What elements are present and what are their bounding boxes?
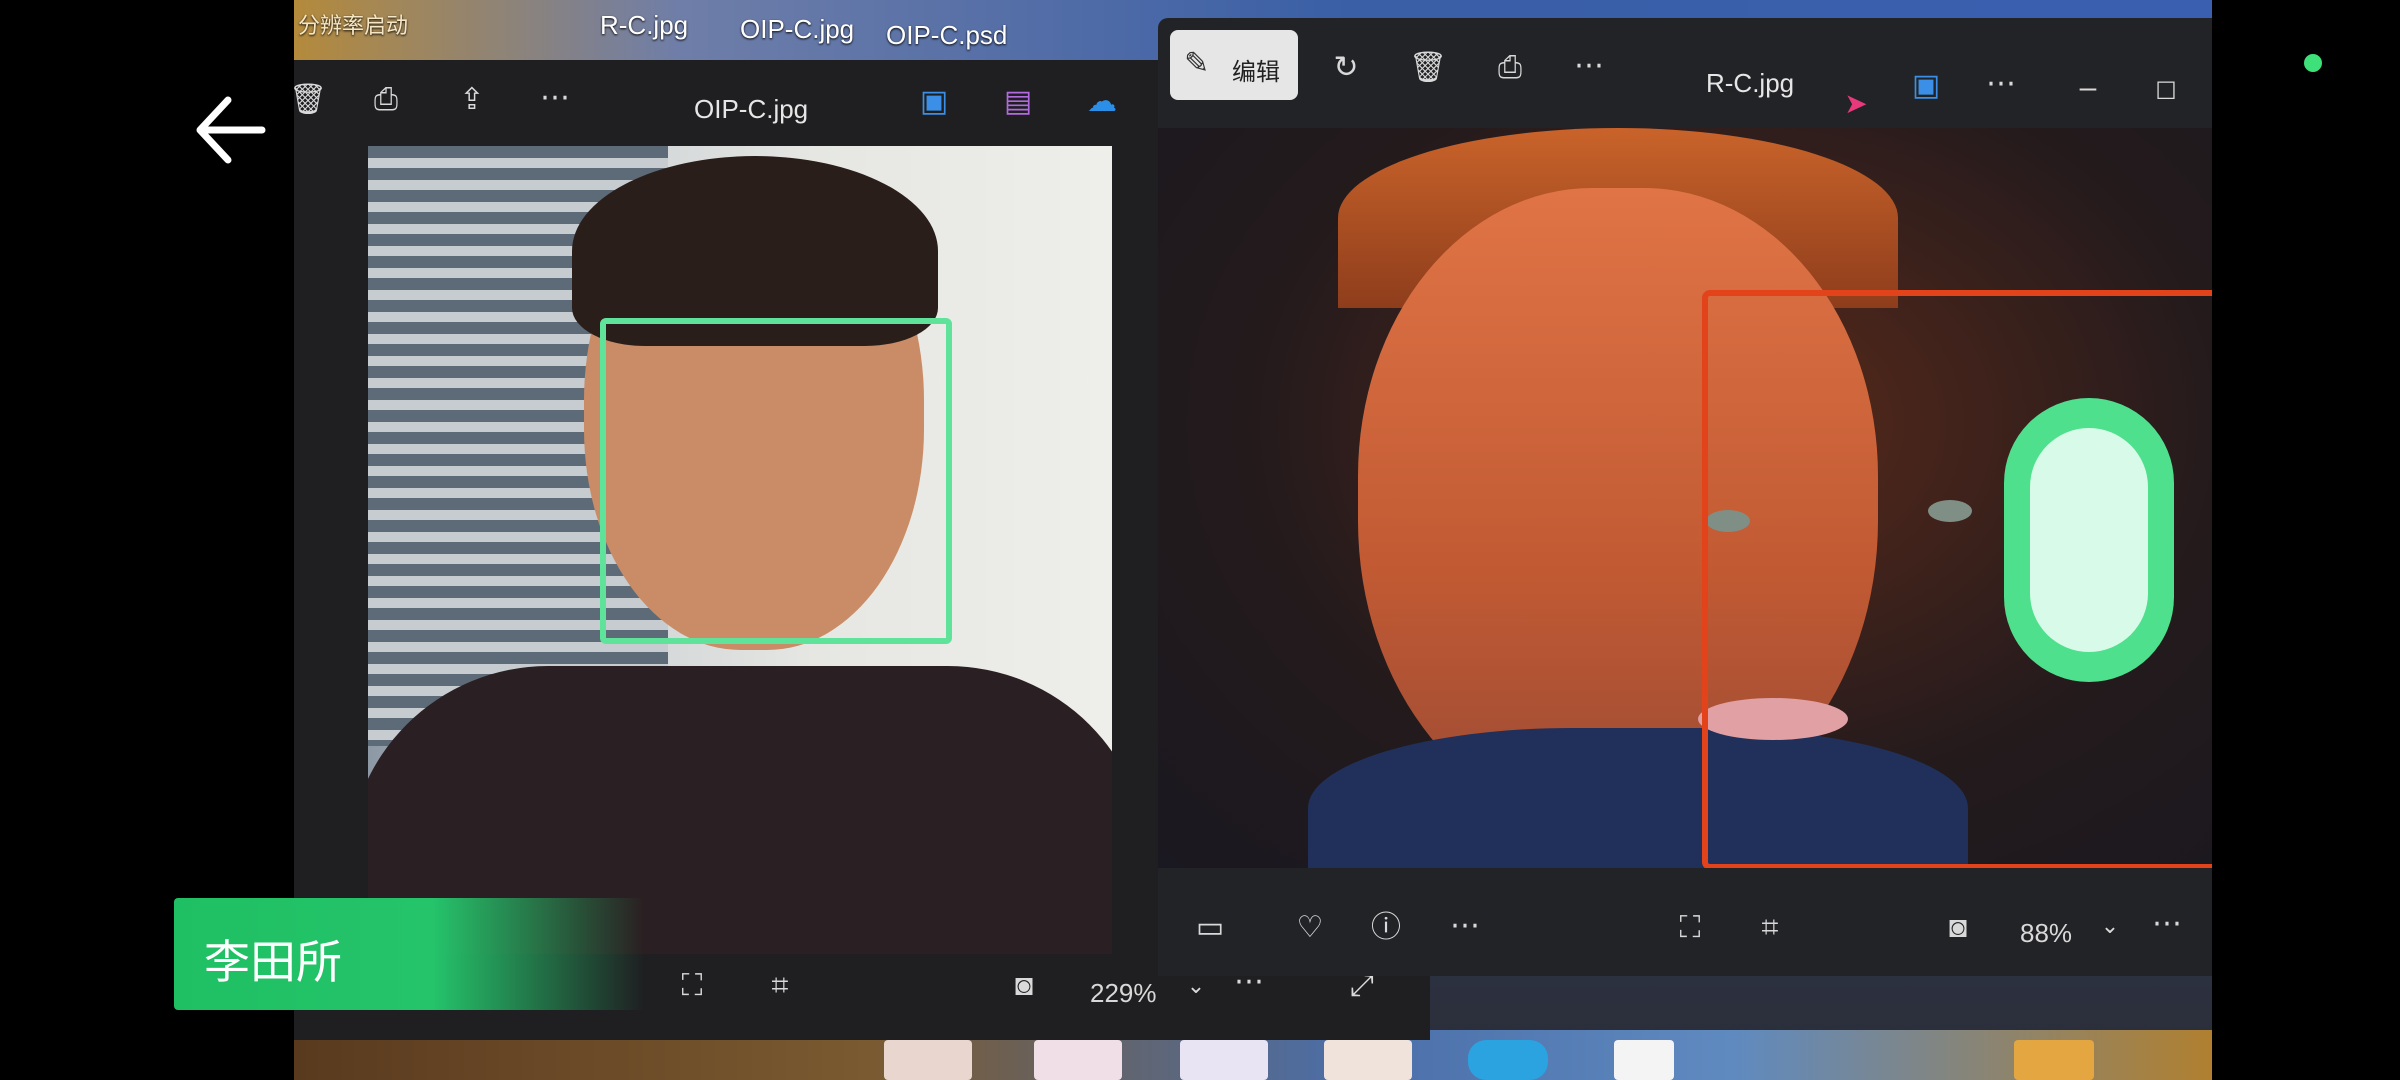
edit-button[interactable]: ✎ 编辑 [1170, 30, 1298, 100]
window-title: OIP-C.jpg [694, 94, 809, 124]
mouse-cursor-icon: ➤ [1844, 88, 1868, 119]
more-icon[interactable]: ⋯ [2146, 904, 2190, 944]
desktop-label: 分辨率启动 [298, 13, 409, 38]
scan-text-icon[interactable]: ⌗ [758, 966, 802, 1006]
fit-screen-icon[interactable]: ⛶ [670, 966, 714, 1006]
side-drag-handle[interactable] [2004, 398, 2174, 682]
filmstrip-icon[interactable]: ▭ [1188, 908, 1232, 948]
trash-icon[interactable]: 🗑 [1406, 48, 1450, 88]
person-name-badge: 李田所 [174, 898, 644, 1010]
folder-icon[interactable] [2014, 1040, 2094, 1080]
window-title: R-C.jpg [1706, 68, 1795, 98]
screenshot-icon[interactable]: ◙ [1002, 966, 1046, 1006]
more-icon[interactable]: ⋯ [534, 78, 578, 118]
scan-text-icon[interactable]: ⌗ [1748, 908, 1792, 948]
desktop-thumbnail[interactable] [1180, 1040, 1268, 1080]
heart-icon[interactable]: ♡ [1288, 908, 1332, 948]
back-arrow-icon[interactable] [190, 90, 270, 170]
status-indicator-dot [2304, 54, 2322, 72]
face-detection-box [600, 318, 952, 644]
print-icon[interactable]: ⎙ [364, 80, 408, 120]
photos-app-icon[interactable]: ▣ [1904, 66, 1948, 106]
minimize-icon[interactable]: – [2066, 68, 2110, 108]
chevron-down-icon[interactable]: ⌄ [2088, 906, 2132, 946]
trash-icon[interactable]: 🗑 [294, 80, 330, 120]
onedrive-icon[interactable]: ☁ [1080, 82, 1124, 122]
print-icon[interactable]: ⎙ [1488, 48, 1532, 88]
desktop-file-oipc-jpg[interactable]: OIP-C.jpg [740, 14, 854, 45]
app-icon[interactable] [1468, 1040, 1548, 1080]
more-icon[interactable]: ⋯ [1568, 46, 1612, 86]
fit-screen-icon[interactable]: ⛶ [1668, 908, 1712, 948]
share-icon[interactable]: ⇪ [450, 80, 494, 120]
desktop-thumbnail[interactable] [1324, 1040, 1412, 1080]
rotate-icon[interactable]: ↻ [1324, 48, 1368, 88]
more-icon[interactable]: ⋯ [1980, 64, 2024, 104]
desktop-thumbnail[interactable] [884, 1040, 972, 1080]
desktop-thumbnail[interactable] [1034, 1040, 1122, 1080]
zoom-level[interactable]: 88% [2020, 918, 2072, 949]
person-name: 李田所 [204, 935, 342, 989]
edit-icon: ✎ [1184, 47, 1210, 80]
clipchamp-icon[interactable]: ▤ [996, 82, 1040, 122]
side-drag-handle-knob[interactable] [2030, 428, 2148, 652]
info-icon[interactable]: ⓘ [1364, 908, 1408, 948]
screenshot-icon[interactable]: ◙ [1936, 908, 1980, 948]
photos-app-icon[interactable]: ▣ [912, 82, 956, 122]
edit-label: 编辑 [1232, 59, 1280, 86]
more-icon[interactable]: ⋯ [1444, 906, 1488, 946]
photo-left [368, 146, 1112, 954]
document-icon[interactable] [1614, 1040, 1674, 1080]
desktop-file-oipc-psd[interactable]: OIP-C.psd [886, 20, 1007, 51]
maximize-icon[interactable]: ☐ [2144, 72, 2188, 112]
zoom-level[interactable]: 229% [1090, 978, 1157, 1009]
desktop-file-rc[interactable]: R-C.jpg [600, 10, 688, 41]
